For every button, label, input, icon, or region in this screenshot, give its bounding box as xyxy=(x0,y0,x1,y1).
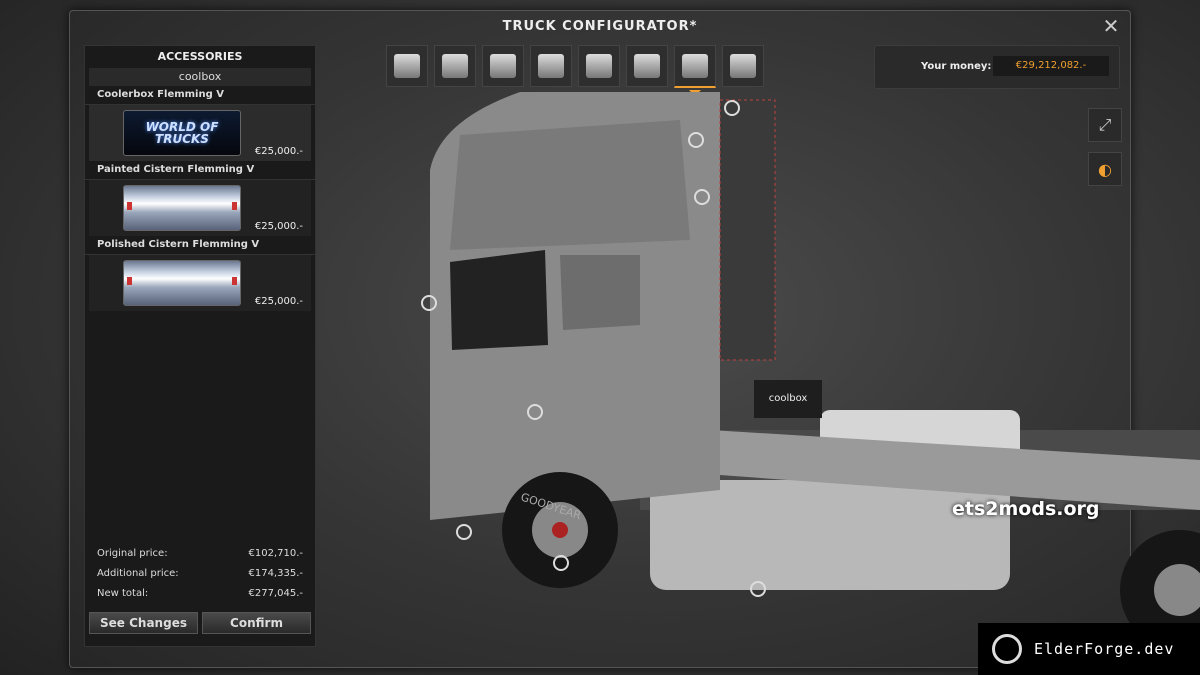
cabin-ladder xyxy=(719,99,776,361)
truck-model: GOODYEAR xyxy=(430,92,1200,650)
rear-window xyxy=(560,255,640,330)
hotspot-tank[interactable] xyxy=(750,581,766,597)
hotspot-roof[interactable] xyxy=(724,100,740,116)
cabin-window xyxy=(450,250,548,350)
ets2mods-watermark: ets2mods.org xyxy=(952,498,1100,520)
fuel-tank xyxy=(650,480,1010,590)
elderforge-text: ElderForge.dev xyxy=(1034,640,1175,658)
hotspot-steps[interactable] xyxy=(456,524,472,540)
hotspot-ladder[interactable] xyxy=(694,189,710,205)
front-hub xyxy=(552,522,568,538)
hotspot-mirror[interactable] xyxy=(421,295,437,311)
elderforge-logo-icon xyxy=(992,634,1022,664)
elderforge-badge: ElderForge.dev xyxy=(978,623,1200,675)
hotspot-upper-back[interactable] xyxy=(688,132,704,148)
truck-viewport: GOODYEAR coolbox ets2mods.org ElderForge… xyxy=(0,0,1200,675)
cabin-roof xyxy=(450,120,690,250)
coolbox-tooltip: coolbox xyxy=(754,380,822,418)
hotspot-wheel[interactable] xyxy=(553,555,569,571)
hotspot-door[interactable] xyxy=(527,404,543,420)
